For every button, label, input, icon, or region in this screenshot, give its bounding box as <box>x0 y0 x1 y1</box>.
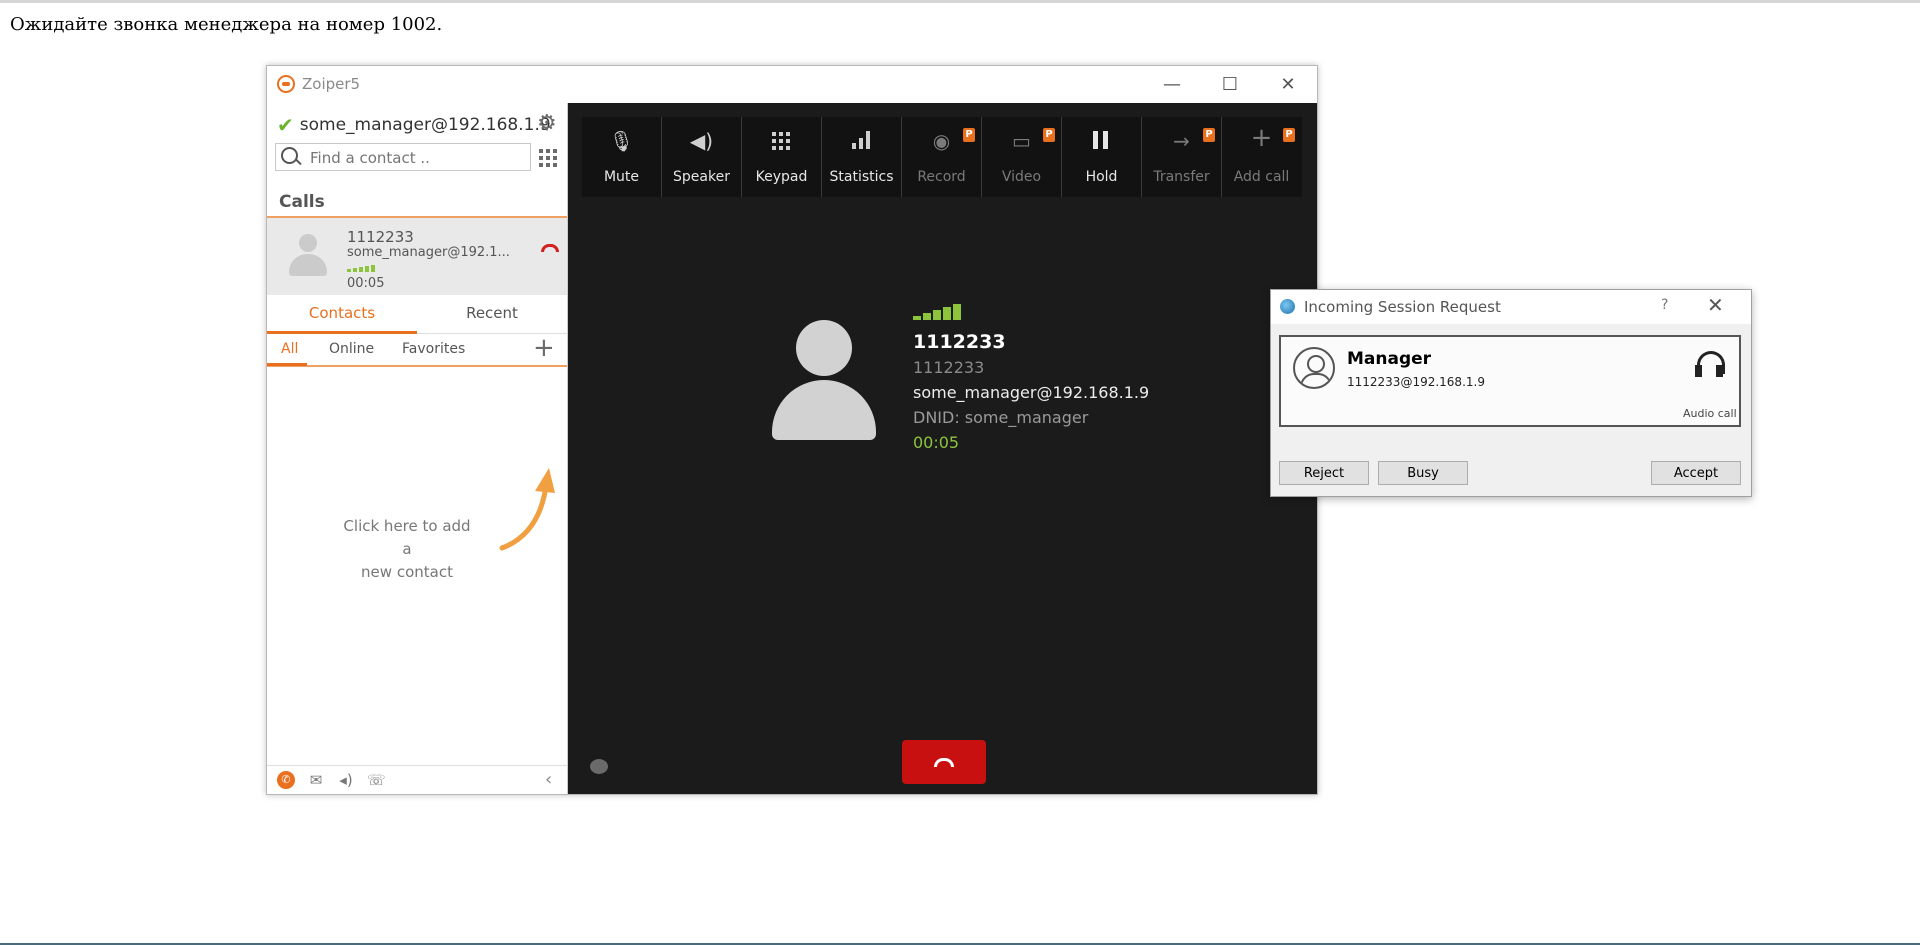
add-contact-plus-icon[interactable]: + <box>533 333 555 363</box>
keypad-label: Keypad <box>755 169 808 185</box>
video-button[interactable]: ▭ P Video <box>982 117 1062 197</box>
add-call-button[interactable]: + P Add call <box>1222 117 1301 197</box>
tab-contacts[interactable]: Contacts <box>267 295 417 334</box>
pro-badge: P <box>1283 128 1295 142</box>
page-top-border <box>0 0 1920 3</box>
caller-name: Manager <box>1347 349 1432 369</box>
call-quality-icon <box>913 304 961 320</box>
mute-button[interactable]: 🎙︎ Mute <box>582 117 662 197</box>
statistics-icon <box>852 131 870 149</box>
transfer-button[interactable]: → P Transfer <box>1142 117 1222 197</box>
dialpad-icon[interactable] <box>539 149 557 167</box>
statistics-label: Statistics <box>829 169 894 185</box>
filter-all-underline <box>267 363 307 366</box>
keypad-icon <box>772 132 790 150</box>
caller-address: 1112233@192.168.1.9 <box>1347 375 1485 389</box>
sidebar-bottom-bar: ✆ ✉ ◂) ☏ ‹ <box>267 765 567 795</box>
dialog-titlebar[interactable]: Incoming Session Request ? ✕ <box>1271 290 1751 324</box>
help-button[interactable]: ? <box>1661 297 1668 313</box>
reject-button[interactable]: Reject <box>1279 461 1369 485</box>
filter-favorites[interactable]: Favorites <box>402 341 465 357</box>
transfer-label: Transfer <box>1153 169 1210 185</box>
call-toolbar: 🎙︎ Mute ◀) Speaker Keypad Statistics ◉ P… <box>582 117 1302 197</box>
call-item-number: 1112233 <box>347 228 414 246</box>
record-button[interactable]: ◉ P Record <box>902 117 982 197</box>
hangup-small-icon[interactable] <box>541 244 559 254</box>
caller-info-box: Manager 1112233@192.168.1.9 Audio call <box>1279 335 1741 427</box>
pro-badge: P <box>1043 128 1055 142</box>
signal-strength-icon <box>347 265 375 272</box>
pro-badge: P <box>1203 128 1215 142</box>
contacts-tabs: Contacts Recent <box>267 295 567 334</box>
contact-search[interactable] <box>275 143 531 171</box>
call-settings-icon[interactable]: ☏ <box>367 771 386 789</box>
sidebar: ✔ some_manager@192.168.1.9 ⚙ Calls 11122… <box>267 103 568 794</box>
accept-button[interactable]: Accept <box>1651 461 1741 485</box>
call-panel: 🎙︎ Mute ◀) Speaker Keypad Statistics ◉ P… <box>568 103 1317 794</box>
messages-icon[interactable]: ✉ <box>307 771 325 789</box>
caller-avatar <box>289 234 327 278</box>
record-label: Record <box>917 169 966 185</box>
call-item-account: some_manager@192.1... <box>347 245 510 260</box>
call-list-item[interactable]: 1112233 some_manager@192.1... 00:05 <box>267 218 567 295</box>
chat-icon[interactable] <box>590 759 608 774</box>
close-button[interactable]: ✕ <box>1259 66 1317 103</box>
dialog-app-icon <box>1280 299 1295 314</box>
hint-line-1: Click here to add a <box>343 517 471 558</box>
hint-arrow-icon <box>499 468 555 551</box>
zoiper-titlebar[interactable]: Zoiper5 — ☐ ✕ <box>267 66 1317 103</box>
incoming-session-dialog: Incoming Session Request ? ✕ Manager 111… <box>1270 289 1752 497</box>
hint-line-2: new contact <box>361 563 453 581</box>
active-call-name: 1112233 <box>913 331 1006 353</box>
active-call-duration: 00:05 <box>913 433 960 452</box>
zoiper-window: Zoiper5 — ☐ ✕ ✔ some_manager@192.168.1.9… <box>266 65 1318 795</box>
mute-label: Mute <box>603 169 640 185</box>
hangup-icon <box>934 757 954 767</box>
keypad-button[interactable]: Keypad <box>742 117 822 197</box>
mic-off-icon: 🎙︎ <box>608 129 635 153</box>
speaker-label: Speaker <box>673 169 730 185</box>
contact-filters: All Online Favorites + <box>267 333 567 367</box>
filter-online[interactable]: Online <box>329 341 374 357</box>
settings-gear-icon[interactable]: ⚙ <box>537 111 557 136</box>
call-type: Audio call <box>1683 407 1737 420</box>
search-icon <box>281 147 298 164</box>
active-call-uri: some_manager@192.168.1.9 <box>913 383 1150 402</box>
hold-label: Hold <box>1085 169 1118 185</box>
maximize-button[interactable]: ☐ <box>1201 66 1259 103</box>
phone-icon[interactable]: ✆ <box>277 771 295 789</box>
statistics-button[interactable]: Statistics <box>822 117 902 197</box>
contact-avatar <box>772 320 876 440</box>
zoiper-window-title: Zoiper5 <box>302 75 361 93</box>
active-call-dnid: DNID: some_manager <box>913 408 1089 427</box>
minimize-button[interactable]: — <box>1143 66 1201 103</box>
call-item-duration: 00:05 <box>347 276 385 291</box>
account-status[interactable]: ✔ some_manager@192.168.1.9 <box>277 113 551 137</box>
speaker-button[interactable]: ◀) Speaker <box>662 117 742 197</box>
calls-header: Calls <box>279 192 325 212</box>
registered-check-icon: ✔ <box>277 113 294 137</box>
video-label: Video <box>1001 169 1042 185</box>
speaker-icon: ◀) <box>689 129 714 153</box>
filter-all[interactable]: All <box>281 341 298 357</box>
dialog-title: Incoming Session Request <box>1304 298 1501 316</box>
pro-badge: P <box>963 128 975 142</box>
headset-icon <box>1695 351 1725 381</box>
hangup-button[interactable] <box>902 740 986 784</box>
add-contact-hint[interactable]: Click here to add a new contact <box>337 515 477 584</box>
dialog-close-button[interactable]: ✕ <box>1707 293 1724 317</box>
pause-icon <box>1093 131 1109 149</box>
tab-recent[interactable]: Recent <box>417 295 567 331</box>
busy-button[interactable]: Busy <box>1378 461 1468 485</box>
collapse-sidebar-icon[interactable]: ‹ <box>545 769 552 790</box>
search-input[interactable] <box>308 146 527 170</box>
page-message: Ожидайте звонка менеджера на номер 1002. <box>10 14 443 35</box>
zoiper-logo-icon <box>277 75 295 93</box>
hold-button[interactable]: Hold <box>1062 117 1142 197</box>
caller-avatar-icon <box>1293 347 1335 389</box>
audio-settings-icon[interactable]: ◂) <box>337 771 355 789</box>
add-call-label: Add call <box>1233 169 1290 185</box>
account-name: some_manager@192.168.1.9 <box>299 115 551 135</box>
active-call-number: 1112233 <box>913 358 985 377</box>
